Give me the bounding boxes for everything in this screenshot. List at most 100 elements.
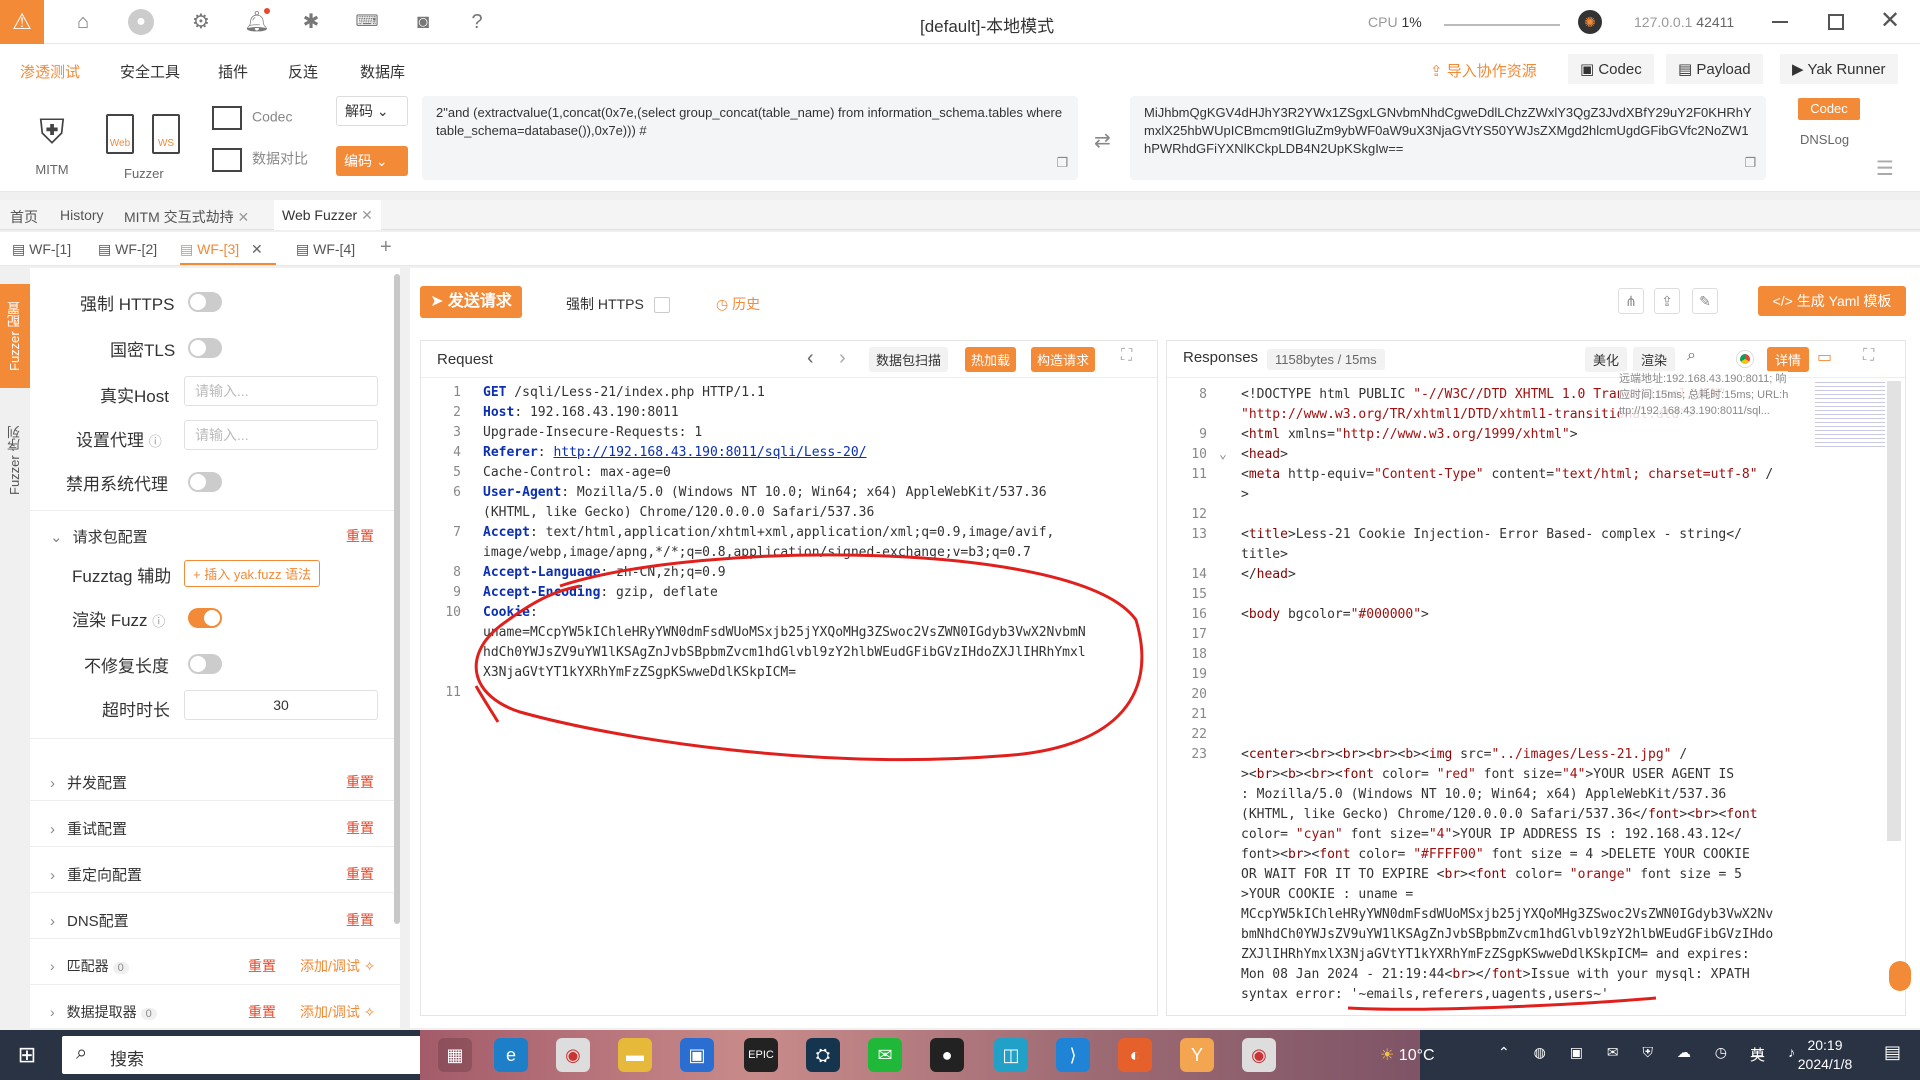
swap-icon[interactable]: ⇄ — [1094, 128, 1111, 153]
vscode-icon[interactable]: ⟩ — [1056, 1038, 1090, 1072]
render-button[interactable]: 渲染 — [1633, 347, 1676, 372]
render-fuzz-toggle[interactable] — [188, 608, 222, 628]
firefox-icon[interactable]: ◐ — [1118, 1038, 1152, 1072]
codec-tool[interactable]: Codec — [212, 106, 292, 130]
add-tab-icon[interactable]: + — [380, 236, 392, 259]
wechat-icon[interactable]: ✉ — [868, 1038, 902, 1072]
codec-output[interactable]: MiJhbmQgKGV4dHJhY3R2YWx1ZSgxLGNvbmNhdCgw… — [1130, 96, 1766, 180]
tab-wf-3[interactable]: ▤ WF-[3] ✕ — [180, 241, 263, 258]
chrome-icon[interactable]: ◉ — [1242, 1038, 1276, 1072]
sort-icon[interactable]: ☰ — [1876, 156, 1894, 181]
extractor-section[interactable]: › 数据提取器 0 — [50, 1002, 157, 1022]
matcher-section[interactable]: › 匹配器 0 — [50, 956, 129, 976]
retry-section[interactable]: › 重试配置 — [50, 818, 127, 839]
bug-icon[interactable]: ✱ — [298, 9, 324, 35]
codec-input[interactable]: 2"and (extractvalue(1,concat(0x7e,(selec… — [422, 96, 1078, 180]
store-icon[interactable]: ▣ — [680, 1038, 714, 1072]
menu-pentest[interactable]: 渗透测试 — [20, 61, 80, 82]
help-icon[interactable]: ? — [464, 9, 490, 35]
packet-scan-button[interactable]: 数据包扫描 — [869, 347, 949, 372]
app-icon[interactable]: ◫ — [994, 1038, 1028, 1072]
ime-indicator[interactable]: 英 — [1750, 1044, 1765, 1065]
codec-button[interactable]: ▣ Codec — [1568, 54, 1654, 84]
edit-icon[interactable]: ✎ — [1692, 288, 1718, 314]
reset-button[interactable]: 重置 — [346, 818, 374, 838]
comment-icon[interactable]: ▭ — [1817, 347, 1832, 367]
user-avatar-icon[interactable]: ● — [128, 9, 154, 35]
tab-mitm[interactable]: MITM 交互式劫持 ✕ — [124, 207, 249, 227]
tab-home[interactable]: 首页 — [10, 207, 38, 227]
insert-fuzz-button[interactable]: + 插入 yak.fuzz 语法 — [184, 560, 321, 587]
qq-icon[interactable]: ● — [930, 1038, 964, 1072]
yak-runner-button[interactable]: ▶ Yak Runner — [1780, 54, 1898, 84]
tab-wf-4[interactable]: ▤ WF-[4] — [296, 241, 355, 258]
decode-select[interactable]: 解码 ⌄ — [336, 96, 408, 126]
response-scrollbar[interactable] — [1887, 381, 1901, 841]
concurrency-section[interactable]: › 并发配置 — [50, 772, 127, 793]
reset-button[interactable]: 重置 — [248, 956, 276, 976]
tab-wf-2[interactable]: ▤ WF-[2] — [98, 241, 157, 258]
fullscreen-icon[interactable]: ⛶ — [1121, 347, 1132, 365]
add-debug-button[interactable]: 添加/调试 ✧ — [300, 1002, 376, 1022]
tab-history[interactable]: History — [60, 207, 104, 223]
mitm-tool[interactable]: ⛨ MITM — [24, 112, 80, 177]
redirect-section[interactable]: › 重定向配置 — [50, 864, 142, 885]
warning-icon[interactable]: ⚠ — [0, 0, 44, 44]
clock[interactable]: 20:19 2024/1/8 — [1780, 1036, 1870, 1074]
fuzzer-sequence-tab[interactable]: Fuzzer 序列 — [0, 410, 30, 510]
close-icon[interactable]: ✕ — [238, 209, 250, 225]
menu-plugins[interactable]: 插件 — [218, 61, 248, 82]
beautify-button[interactable]: 美化 — [1585, 347, 1628, 372]
data-compare-tool[interactable]: 数据对比 — [212, 148, 308, 172]
history-button[interactable]: ◷ 历史 — [716, 294, 760, 314]
minimize-icon[interactable] — [1772, 21, 1788, 23]
tab-web-fuzzer[interactable]: Web Fuzzer ✕ — [274, 200, 381, 230]
request-editor[interactable]: 1 GET /sqli/Less-21/index.php HTTP/1.1 2 Ho… — [421, 379, 1157, 1015]
export-icon[interactable]: ⇪ — [1654, 288, 1680, 314]
camera-icon[interactable]: ◙ — [410, 9, 436, 35]
reset-button[interactable]: 重置 — [346, 526, 374, 546]
fold-icon[interactable]: ⌄ — [1219, 445, 1227, 465]
fuzzer-config-tab[interactable]: Fuzzer 配置 — [0, 284, 30, 388]
yakit-icon[interactable]: Y — [1180, 1038, 1214, 1072]
import-resources-button[interactable]: ⇪ 导入协作资源 — [1430, 60, 1537, 81]
start-icon[interactable]: ⊞ — [10, 1038, 44, 1072]
payload-button[interactable]: ▤ Payload — [1666, 54, 1763, 84]
chrome-icon[interactable]: ◉ — [556, 1038, 590, 1072]
weather-widget[interactable]: ☀ 10°C — [1380, 1045, 1435, 1065]
copy-icon[interactable]: ❐ — [1744, 154, 1756, 172]
send-request-button[interactable]: ➤ 发送请求 — [420, 286, 522, 318]
share-icon[interactable]: ⋔ — [1618, 288, 1644, 314]
codec-badge[interactable]: Codec — [1798, 98, 1860, 120]
force-https-check[interactable]: 强制 HTTPS — [566, 294, 670, 314]
hot-load-button[interactable]: 热加载 — [965, 347, 1017, 372]
no-fix-length-toggle[interactable] — [188, 654, 222, 674]
gm-tls-toggle[interactable] — [188, 338, 222, 358]
epic-icon[interactable]: EPIC — [744, 1038, 778, 1072]
steam-icon[interactable]: ⛭ — [806, 1038, 840, 1072]
dns-section[interactable]: › DNS配置 — [50, 910, 129, 931]
web-fuzzer-tool[interactable]: Web — [106, 114, 134, 154]
encode-select[interactable]: 编码 ⌄ — [336, 146, 408, 176]
reset-button[interactable]: 重置 — [346, 772, 374, 792]
real-host-input[interactable]: 请输入... — [184, 376, 378, 406]
detail-button[interactable]: 详情 — [1767, 347, 1810, 372]
fullscreen-icon[interactable]: ⛶ — [1863, 347, 1874, 365]
close-icon[interactable]: ✕ — [251, 241, 263, 257]
reset-button[interactable]: 重置 — [346, 910, 374, 930]
build-request-button[interactable]: 构造请求 — [1031, 347, 1096, 372]
disable-sys-proxy-toggle[interactable] — [188, 472, 222, 492]
reset-button[interactable]: 重置 — [248, 1002, 276, 1022]
close-icon[interactable]: ✕ — [361, 207, 373, 223]
ws-fuzzer-tool[interactable]: WS — [152, 114, 180, 154]
tab-wf-1[interactable]: ▤ WF-[1] — [12, 241, 71, 258]
search-icon[interactable]: ⌕ — [1687, 347, 1696, 365]
next-arrow-icon[interactable]: › — [839, 347, 846, 370]
response-editor[interactable]: 78<!DOCTYPE html PUBLIC "-//W3C//DTD XHT… — [1167, 379, 1817, 1015]
proxy-input[interactable]: 请输入... — [184, 420, 378, 450]
explorer-icon[interactable]: ▬ — [618, 1038, 652, 1072]
req-config-section[interactable]: ⌄ 请求包配置 — [50, 526, 148, 547]
left-panel-scrollbar[interactable] — [394, 274, 400, 924]
close-icon[interactable]: ✕ — [1880, 6, 1900, 35]
timeout-input[interactable]: 30 — [184, 690, 378, 720]
